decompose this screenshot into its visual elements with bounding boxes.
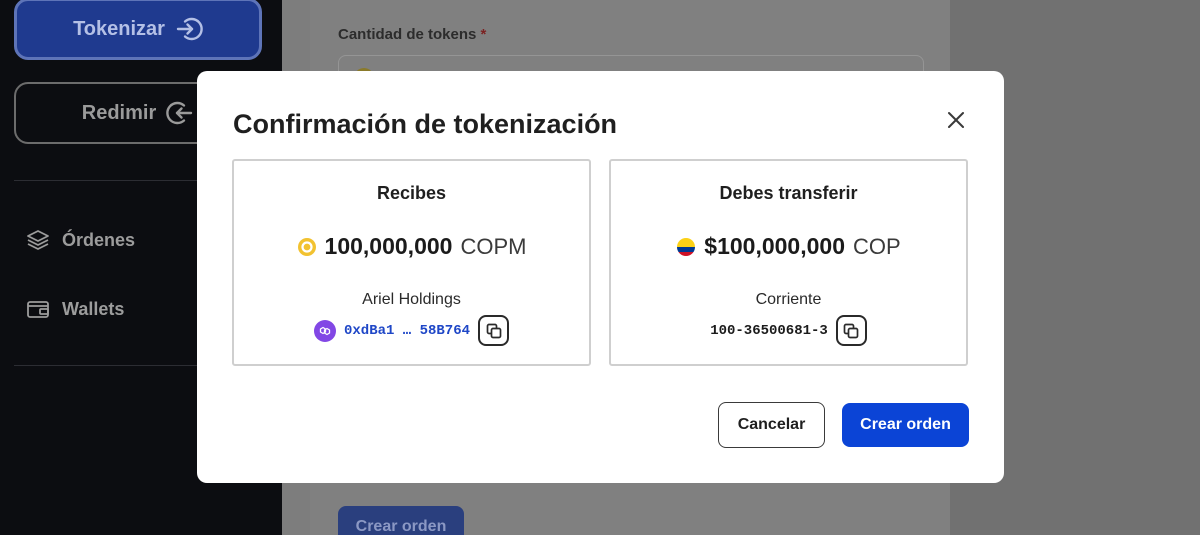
cancel-button[interactable]: Cancelar [718,402,825,448]
close-button[interactable] [943,107,969,133]
close-icon [948,112,964,128]
sidebar-item-wallets[interactable]: Wallets [26,297,124,321]
modal-title: Confirmación de tokenización [233,109,618,139]
sidebar-item-orders[interactable]: Órdenes [26,228,135,252]
transfer-amount-row: $100,000,000 COP [611,233,966,260]
layers-icon [27,230,49,250]
wallet-address: 0xdBa1 … 58B764 [343,322,471,339]
copm-coin-icon [297,237,316,256]
polygon-icon [313,319,336,342]
receive-unit: COPM [460,233,527,259]
copy-address-button[interactable] [478,315,510,346]
receive-amount-row: 100,000,000 COPM [234,233,589,260]
redeem-label: Redimir [81,101,157,124]
copy-icon [843,323,859,338]
transfer-heading: Debes transferir [719,183,858,203]
sidebar-item-label: Wallets [62,298,125,319]
tokenization-confirmation-modal: Confirmación de tokenización Recibes 100… [197,71,1004,483]
transfer-unit: COP [853,233,901,259]
transfer-amount: $100,000,000 [704,233,845,259]
exit-icon [166,101,193,125]
copy-account-button[interactable] [835,315,867,346]
colombia-flag-icon [677,237,696,256]
account-number-row: 100-36500681-3 [611,315,966,346]
wallet-address-row: 0xdBa1 … 58B764 [234,315,589,346]
required-mark: * [480,26,487,43]
receive-card: Recibes 100,000,000 COPM Ariel Holdings … [232,159,591,366]
sidebar-item-label: Órdenes [62,229,136,250]
copy-icon [486,323,501,338]
tokenize-label: Tokenizar [73,17,165,40]
tokenize-button[interactable]: Tokenizar [14,0,262,60]
create-order-button-background[interactable]: Crear orden [338,506,464,535]
receive-heading: Recibes [376,183,447,203]
create-order-button[interactable]: Crear orden [842,403,969,447]
account-number: 100-36500681-3 [710,322,828,339]
wallet-icon [27,301,49,318]
account-type: Corriente [755,291,822,308]
enter-icon [176,17,203,41]
wallet-holder-name: Ariel Holdings [362,291,461,308]
receive-amount: 100,000,000 [324,233,453,259]
transfer-card: Debes transferir $100,000,000 COP Corrie… [609,159,968,366]
token-amount-label: Cantidad de tokens * [338,26,487,43]
